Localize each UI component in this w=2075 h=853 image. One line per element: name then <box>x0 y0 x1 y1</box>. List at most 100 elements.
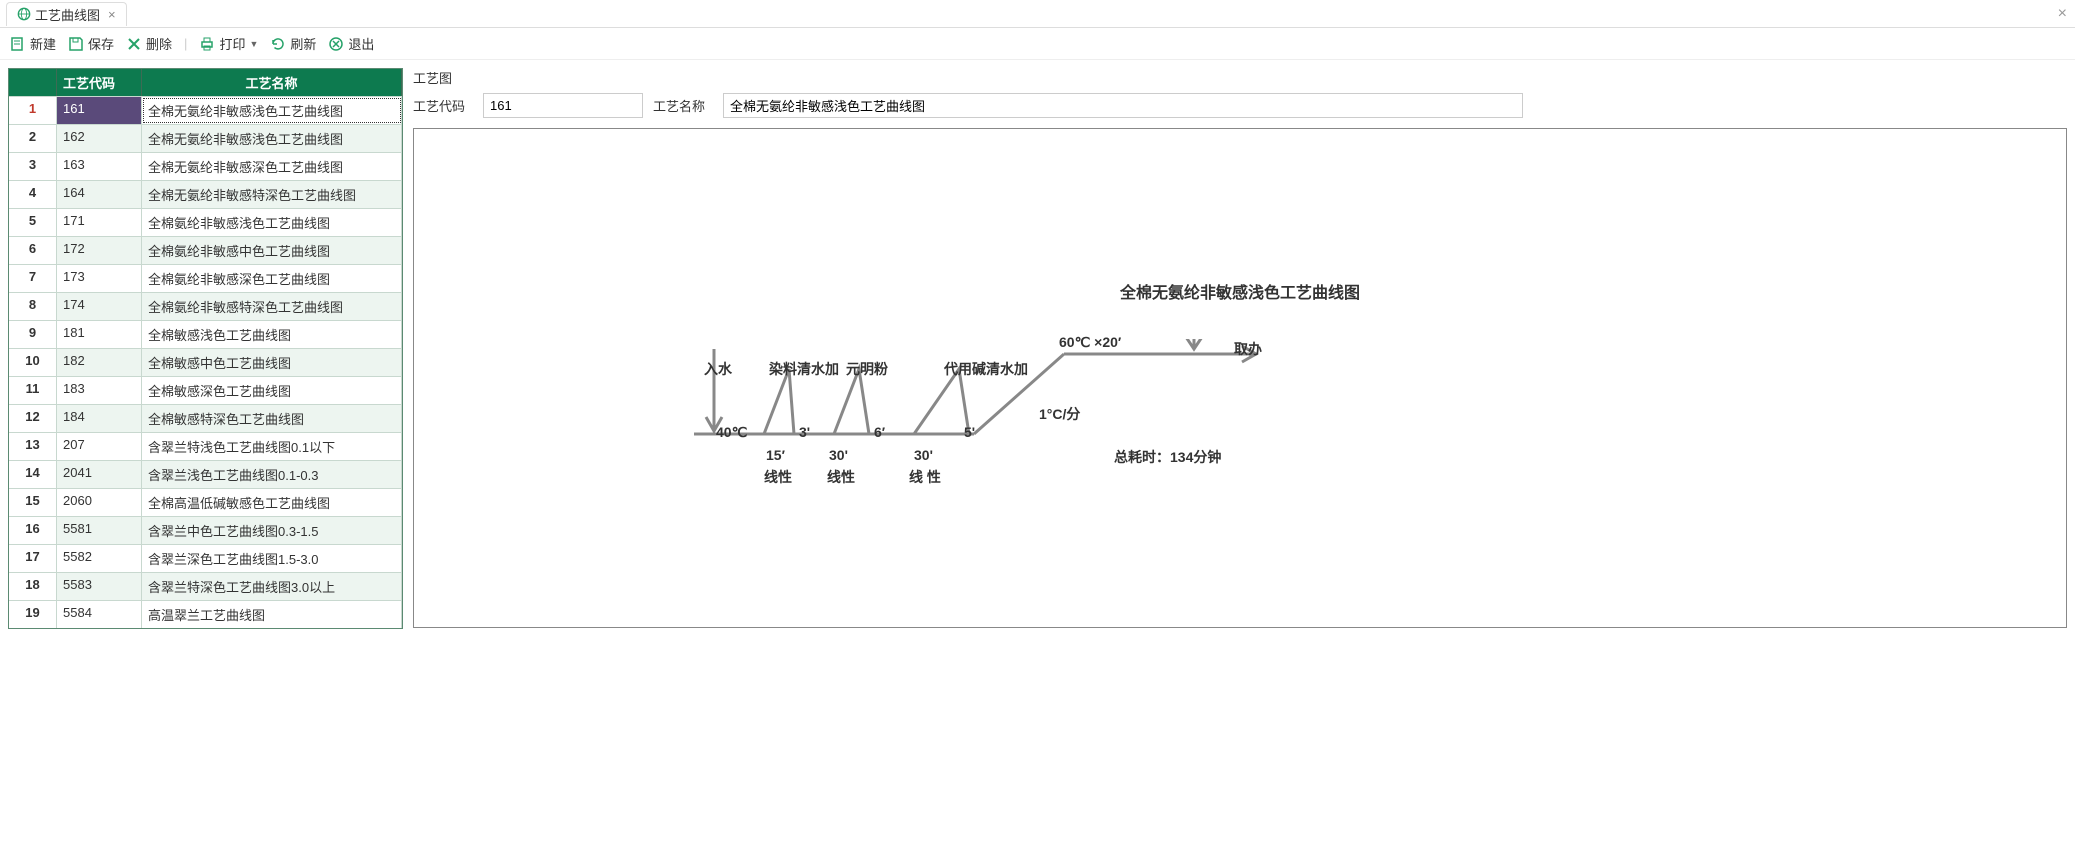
new-button[interactable]: 新建 <box>10 34 56 53</box>
row-name: 全棉无氨纶非敏感浅色工艺曲线图 <box>142 125 402 152</box>
table-row[interactable]: 185583含翠兰特深色工艺曲线图3.0以上 <box>9 572 402 600</box>
row-code: 171 <box>57 209 142 236</box>
table-row[interactable]: 195584高温翠兰工艺曲线图 <box>9 600 402 628</box>
table-row[interactable]: 3163全棉无氨纶非敏感深色工艺曲线图 <box>9 152 402 180</box>
row-num: 2 <box>9 125 57 152</box>
section-label: 工艺图 <box>413 68 2067 87</box>
row-name: 高温翠兰工艺曲线图 <box>142 601 402 628</box>
save-icon <box>68 36 84 52</box>
step1-top: 染料清水加 <box>769 359 839 379</box>
table-row[interactable]: 142041含翠兰浅色工艺曲线图0.1-0.3 <box>9 460 402 488</box>
row-code: 173 <box>57 265 142 292</box>
table-row[interactable]: 9181全棉敏感浅色工艺曲线图 <box>9 320 402 348</box>
row-name: 全棉敏感深色工艺曲线图 <box>142 377 402 404</box>
exit-label: 退出 <box>348 34 374 53</box>
row-name: 全棉氨纶非敏感特深色工艺曲线图 <box>142 293 402 320</box>
row-name: 全棉敏感中色工艺曲线图 <box>142 349 402 376</box>
table-row[interactable]: 175582含翠兰深色工艺曲线图1.5-3.0 <box>9 544 402 572</box>
table-row[interactable]: 165581含翠兰中色工艺曲线图0.3-1.5 <box>9 516 402 544</box>
process-chart: 全棉无氨纶非敏感浅色工艺曲线图 <box>413 128 2067 628</box>
row-code: 181 <box>57 321 142 348</box>
row-code: 163 <box>57 153 142 180</box>
row-code: 2041 <box>57 461 142 488</box>
row-code: 5584 <box>57 601 142 628</box>
row-code: 172 <box>57 237 142 264</box>
new-icon <box>10 36 26 52</box>
row-code: 161 <box>57 97 142 124</box>
row-code: 164 <box>57 181 142 208</box>
row-code: 5581 <box>57 517 142 544</box>
toolbar: 新建 保存 删除 | 打印 ▼ 刷新 退出 <box>0 28 2075 60</box>
delete-button[interactable]: 删除 <box>126 34 172 53</box>
print-button[interactable]: 打印 ▼ <box>199 34 258 53</box>
print-icon <box>199 36 215 52</box>
row-name: 含翠兰特浅色工艺曲线图0.1以下 <box>142 433 402 460</box>
step-inlet: 入水 <box>704 359 732 379</box>
tab-label: 工艺曲线图 <box>35 5 100 24</box>
close-all-icon[interactable]: × <box>2058 5 2067 23</box>
step1-mode: 线性 <box>764 467 792 487</box>
row-name: 含翠兰深色工艺曲线图1.5-3.0 <box>142 545 402 572</box>
tab-process-curve[interactable]: 工艺曲线图 × <box>6 2 127 26</box>
row-num: 4 <box>9 181 57 208</box>
row-code: 207 <box>57 433 142 460</box>
table-row[interactable]: 6172全棉氨纶非敏感中色工艺曲线图 <box>9 236 402 264</box>
row-code: 162 <box>57 125 142 152</box>
code-label: 工艺代码 <box>413 96 473 115</box>
header-rownum <box>9 69 57 96</box>
row-num: 14 <box>9 461 57 488</box>
table-row[interactable]: 12184全棉敏感特深色工艺曲线图 <box>9 404 402 432</box>
hold-temp: 60℃ ×20′ <box>1059 334 1121 351</box>
save-label: 保存 <box>88 34 114 53</box>
row-code: 184 <box>57 405 142 432</box>
ramp-rate: 1°C/分 <box>1039 404 1080 424</box>
tab-bar: 工艺曲线图 × × <box>0 0 2075 28</box>
row-num: 5 <box>9 209 57 236</box>
table-row[interactable]: 2162全棉无氨纶非敏感浅色工艺曲线图 <box>9 124 402 152</box>
table-row[interactable]: 13207含翠兰特浅色工艺曲线图0.1以下 <box>9 432 402 460</box>
step2-after: 30' <box>829 447 848 463</box>
process-table: 工艺代码 工艺名称 1161全棉无氨纶非敏感浅色工艺曲线图2162全棉无氨纶非敏… <box>8 68 403 629</box>
step1-after: 15′ <box>766 447 785 463</box>
row-name: 全棉无氨纶非敏感深色工艺曲线图 <box>142 153 402 180</box>
row-num: 3 <box>9 153 57 180</box>
name-input[interactable] <box>723 93 1523 118</box>
table-row[interactable]: 8174全棉氨纶非敏感特深色工艺曲线图 <box>9 292 402 320</box>
table-row[interactable]: 4164全棉无氨纶非敏感特深色工艺曲线图 <box>9 180 402 208</box>
refresh-button[interactable]: 刷新 <box>270 34 316 53</box>
detail-panel: 工艺图 工艺代码 工艺名称 全棉无氨纶非敏感浅色工艺曲线图 <box>413 68 2067 629</box>
row-code: 2060 <box>57 489 142 516</box>
chevron-down-icon: ▼ <box>249 39 258 49</box>
step3-bottom: 5' <box>964 424 975 440</box>
new-label: 新建 <box>30 34 56 53</box>
row-num: 8 <box>9 293 57 320</box>
delete-icon <box>126 36 142 52</box>
table-row[interactable]: 5171全棉氨纶非敏感浅色工艺曲线图 <box>9 208 402 236</box>
name-label: 工艺名称 <box>653 96 713 115</box>
code-input[interactable] <box>483 93 643 118</box>
table-row[interactable]: 152060全棉高温低碱敏感色工艺曲线图 <box>9 488 402 516</box>
table-row[interactable]: 1161全棉无氨纶非敏感浅色工艺曲线图 <box>9 96 402 124</box>
header-name[interactable]: 工艺名称 <box>142 69 402 96</box>
row-name: 全棉氨纶非敏感中色工艺曲线图 <box>142 237 402 264</box>
row-name: 全棉氨纶非敏感浅色工艺曲线图 <box>142 209 402 236</box>
step1-bottom: 3' <box>799 424 810 440</box>
step3-after: 30' <box>914 447 933 463</box>
chart-title: 全棉无氨纶非敏感浅色工艺曲线图 <box>1120 279 1360 303</box>
table-row[interactable]: 7173全棉氨纶非敏感深色工艺曲线图 <box>9 264 402 292</box>
row-num: 12 <box>9 405 57 432</box>
row-code: 182 <box>57 349 142 376</box>
exit-button[interactable]: 退出 <box>328 34 374 53</box>
row-name: 全棉无氨纶非敏感浅色工艺曲线图 <box>142 97 402 124</box>
row-num: 7 <box>9 265 57 292</box>
close-icon[interactable]: × <box>108 7 116 22</box>
save-button[interactable]: 保存 <box>68 34 114 53</box>
header-code[interactable]: 工艺代码 <box>57 69 142 96</box>
row-num: 19 <box>9 601 57 628</box>
row-name: 含翠兰特深色工艺曲线图3.0以上 <box>142 573 402 600</box>
row-name: 含翠兰中色工艺曲线图0.3-1.5 <box>142 517 402 544</box>
row-name: 全棉无氨纶非敏感特深色工艺曲线图 <box>142 181 402 208</box>
table-row[interactable]: 11183全棉敏感深色工艺曲线图 <box>9 376 402 404</box>
table-row[interactable]: 10182全棉敏感中色工艺曲线图 <box>9 348 402 376</box>
row-num: 18 <box>9 573 57 600</box>
